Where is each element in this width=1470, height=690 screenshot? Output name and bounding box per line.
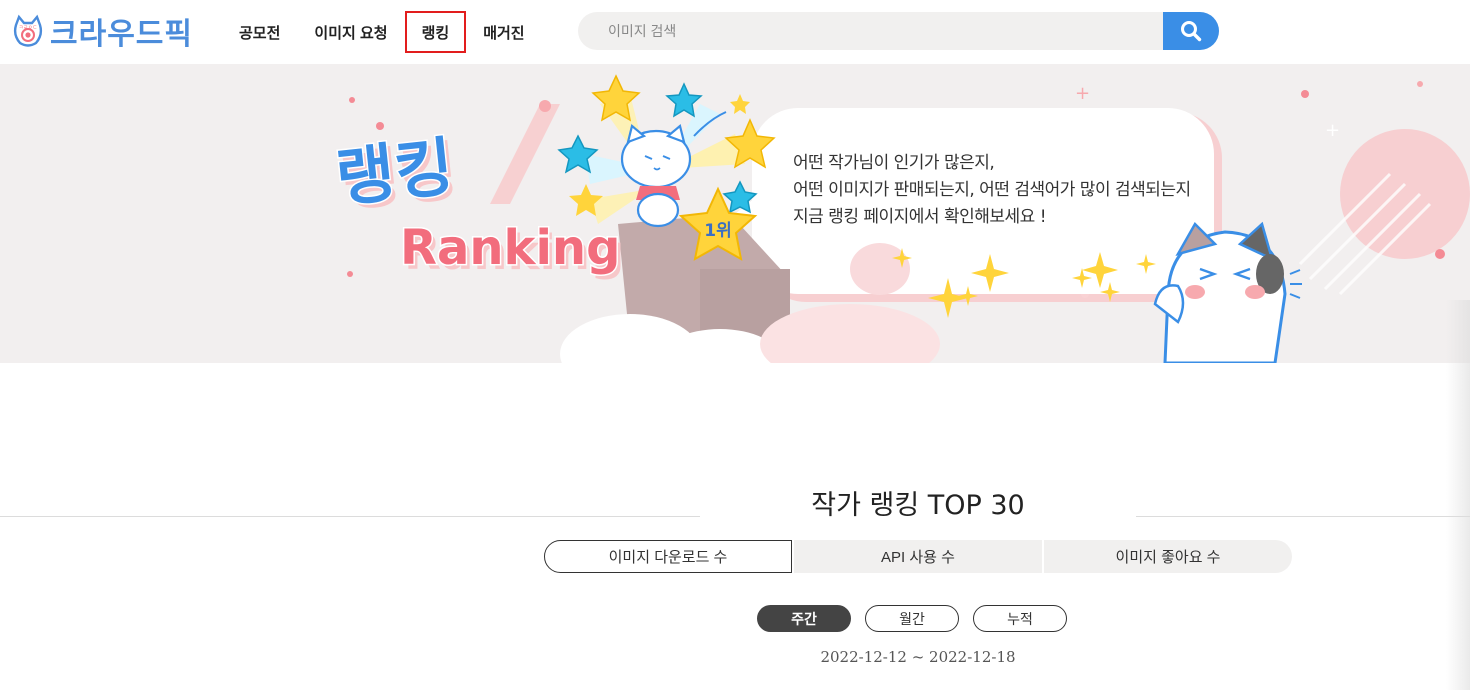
first-place-badge: 1위 (704, 221, 731, 241)
logo-wordmark: 크라우드픽 (50, 17, 193, 52)
nav-ranking[interactable]: 랭킹 (404, 11, 467, 53)
search-input[interactable] (608, 12, 1148, 50)
banner-line: 어떤 이미지가 판매되는지, 어떤 검색어가 많이 검색되는지 (793, 180, 1191, 200)
search-button[interactable] (1163, 12, 1219, 50)
main-nav: 공모전 이미지 요청 랭킹 매거진 (222, 0, 542, 64)
svg-text:ㅋㄹㅇㄷ: ㅋㄹㅇㄷ (19, 25, 37, 31)
nav-contest[interactable]: 공모전 (222, 12, 297, 52)
period-tabs: 주간 월간 누적 (757, 605, 1081, 632)
section-title: 작가 랭킹 TOP 30 (700, 486, 1136, 526)
banner-line: 어떤 작가님이 인기가 많은지, (793, 153, 995, 173)
banner-line: 지금 랭킹 페이지에서 확인해보세요 ! (793, 207, 1047, 227)
banner-illustration: + + 1위 랭킹 랭킹 Ranking Ranking (331, 74, 1470, 363)
svg-text:+: + (1325, 120, 1340, 141)
cat-logo-icon: ㅋㄹㅇㄷ (10, 13, 46, 49)
tab-image-likes[interactable]: 이미지 좋아요 수 (1044, 540, 1292, 573)
date-range: 2022-12-12 ~ 2022-12-18 (820, 648, 1016, 666)
banner-description: 어떤 작가님이 인기가 많은지, 어떤 이미지가 판매되는지, 어떤 검색어가 … (793, 150, 1191, 231)
banner-title-ko: 랭킹 (332, 131, 457, 217)
site-logo[interactable]: ㅋㄹㅇㄷ 크라우드픽 (10, 10, 193, 52)
scroll-edge-shadow (1446, 300, 1470, 690)
site-header: ㅋㄹㅇㄷ 크라우드픽 공모전 이미지 요청 랭킹 매거진 (0, 0, 1470, 64)
svg-text:+: + (1075, 83, 1090, 104)
period-monthly[interactable]: 월간 (865, 605, 959, 632)
banner-title-en: Ranking (400, 220, 620, 276)
nav-image-request[interactable]: 이미지 요청 (297, 12, 404, 52)
search-bar (578, 12, 1219, 50)
nav-magazine[interactable]: 매거진 (466, 12, 541, 52)
tab-image-downloads[interactable]: 이미지 다운로드 수 (544, 540, 792, 573)
tab-api-usage[interactable]: API 사용 수 (794, 540, 1042, 573)
cat-mascot-icon (620, 124, 692, 228)
search-icon (1181, 21, 1202, 42)
metric-tabs: 이미지 다운로드 수 API 사용 수 이미지 좋아요 수 (544, 540, 1292, 573)
period-weekly[interactable]: 주간 (757, 605, 851, 632)
ranking-banner: + + 1위 랭킹 랭킹 Ranking Ranking 어떤 작가님이 인기가… (0, 64, 1470, 363)
period-cumulative[interactable]: 누적 (973, 605, 1067, 632)
